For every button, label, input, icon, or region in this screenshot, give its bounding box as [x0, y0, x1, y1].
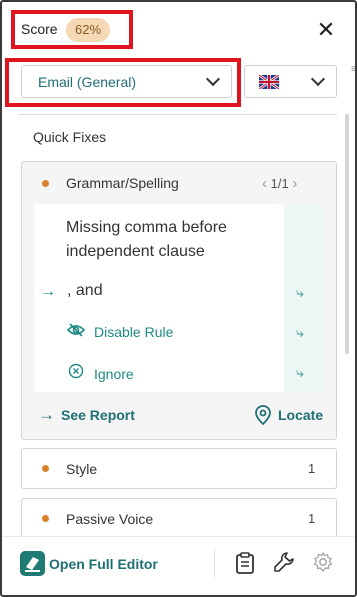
- card-pager: ‹ 1/1 ›: [262, 175, 297, 192]
- see-report-label: See Report: [61, 407, 135, 423]
- x-circle-icon: [66, 363, 86, 382]
- divider: [214, 549, 215, 577]
- score-highlight-box: [11, 10, 133, 49]
- arrow-right-icon: →: [38, 405, 55, 424]
- quick-fixes-title: Quick Fixes: [33, 129, 107, 145]
- grammar-card: Grammar/Spelling ‹ 1/1 › Missing comma b…: [21, 161, 337, 440]
- close-icon: ✕: [316, 17, 336, 42]
- style-highlight-box: [5, 58, 241, 107]
- scrollbar[interactable]: [345, 114, 349, 354]
- ignore-label: Ignore: [94, 366, 134, 382]
- see-report-link[interactable]: → See Report: [38, 405, 135, 425]
- status-dot: [42, 515, 49, 522]
- locate-label: Locate: [278, 407, 324, 423]
- apply-suggestion-icon[interactable]: ⤷: [296, 284, 304, 301]
- open-full-editor-label: Open Full Editor: [49, 556, 158, 572]
- category-count: 1: [308, 511, 316, 526]
- locate-link[interactable]: Locate: [254, 405, 324, 426]
- location-pin-icon: [255, 405, 271, 426]
- apply-ignore-icon[interactable]: ⤷: [296, 364, 304, 381]
- apply-column: [284, 204, 324, 392]
- divider: [19, 114, 337, 115]
- apply-disable-icon[interactable]: ⤷: [296, 324, 304, 341]
- status-dot: [42, 180, 49, 187]
- category-label: Style: [66, 461, 98, 477]
- panel-header: Score 62% ✕: [2, 2, 355, 58]
- language-dropdown[interactable]: [244, 65, 337, 98]
- eye-off-icon: [66, 323, 86, 340]
- clipboard-icon[interactable]: [234, 551, 258, 575]
- panel-footer: Open Full Editor: [2, 536, 355, 595]
- close-button[interactable]: ✕: [314, 18, 338, 42]
- chevron-right-icon[interactable]: ›: [292, 175, 297, 192]
- pager-value: 1/1: [270, 176, 289, 191]
- ignore-button[interactable]: Ignore: [66, 363, 134, 382]
- disable-rule-label: Disable Rule: [94, 324, 174, 340]
- gear-icon[interactable]: [312, 551, 336, 575]
- chevron-down-icon: [310, 71, 326, 87]
- prowritingaid-panel: Score 62% ✕ Email (General) ≡ Quick Fixe…: [0, 0, 357, 597]
- category-row-passive-voice[interactable]: Passive Voice 1: [21, 498, 337, 539]
- category-count: 1: [308, 461, 316, 476]
- disable-rule-button[interactable]: Disable Rule: [66, 323, 173, 340]
- chevron-left-icon[interactable]: ‹: [262, 175, 267, 192]
- wrench-icon[interactable]: [273, 551, 297, 575]
- card-category-title: Grammar/Spelling: [66, 175, 179, 191]
- prowritingaid-logo-icon: [20, 551, 45, 576]
- suggestion-text[interactable]: , and: [67, 282, 103, 300]
- category-row-style[interactable]: Style 1: [21, 448, 337, 489]
- side-handle-icon: ≡: [351, 64, 357, 75]
- uk-flag-icon: [259, 75, 279, 89]
- status-dot: [42, 465, 49, 472]
- category-label: Passive Voice: [66, 511, 154, 527]
- issue-panel: Missing comma before independent clause …: [34, 204, 324, 392]
- issue-message: Missing comma before independent clause: [66, 219, 227, 260]
- arrow-right-icon: →: [40, 283, 56, 300]
